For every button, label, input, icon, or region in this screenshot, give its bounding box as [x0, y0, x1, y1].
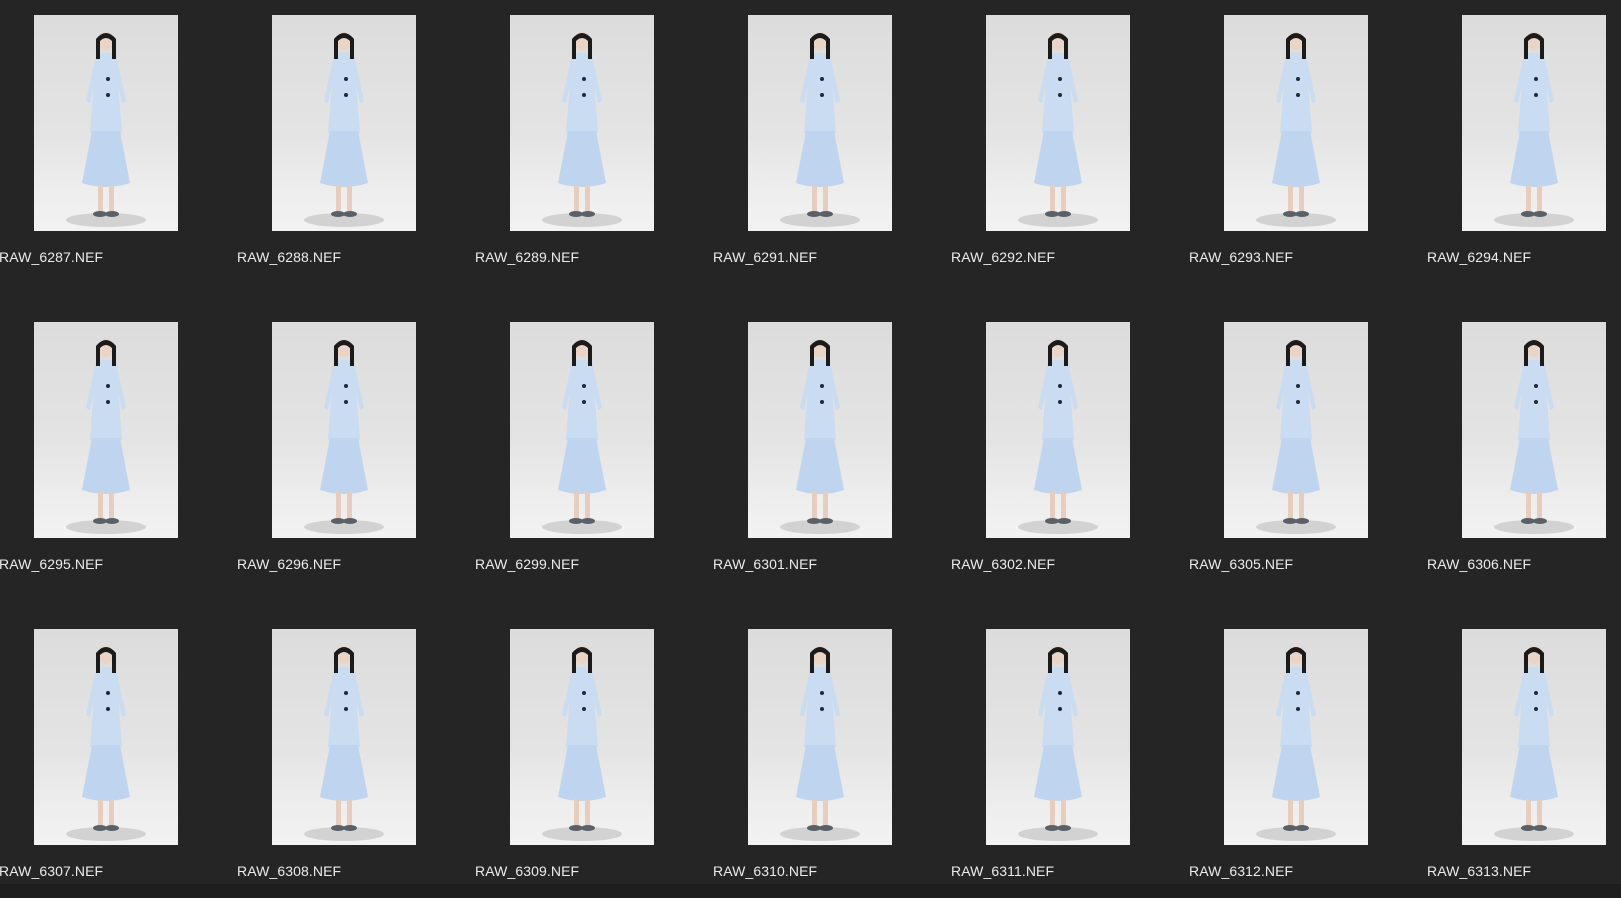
photo-item[interactable]: RAW_6289.NEF — [475, 0, 713, 290]
photo-item[interactable]: RAW_6302.NEF — [951, 307, 1189, 597]
photo-item[interactable]: RAW_6308.NEF — [237, 614, 475, 898]
photo-filename: RAW_6302.NEF — [951, 556, 1056, 572]
photo-filename: RAW_6306.NEF — [1427, 556, 1532, 572]
photo-filename: RAW_6296.NEF — [237, 556, 342, 572]
photo-item[interactable]: RAW_6305.NEF — [1189, 307, 1427, 597]
photo-thumbnail[interactable] — [510, 629, 654, 845]
photo-item[interactable]: RAW_6295.NEF — [0, 307, 237, 597]
photo-thumbnail[interactable] — [748, 629, 892, 845]
photo-thumbnail[interactable] — [34, 629, 178, 845]
photo-item[interactable]: RAW_6313.NEF — [1427, 614, 1621, 898]
photo-thumbnail[interactable] — [1462, 322, 1606, 538]
photo-item[interactable]: RAW_6288.NEF — [237, 0, 475, 290]
photo-thumbnail[interactable] — [272, 322, 416, 538]
photo-thumbnail[interactable] — [1224, 629, 1368, 845]
photo-grid: RAW_6287.NEF RAW_6288.NEF RAW_6289.NEF R… — [0, 0, 1621, 898]
photo-thumbnail[interactable] — [986, 629, 1130, 845]
photo-item[interactable]: RAW_6312.NEF — [1189, 614, 1427, 898]
photo-item[interactable]: RAW_6306.NEF — [1427, 307, 1621, 597]
bottom-edge — [0, 884, 1621, 898]
photo-item[interactable]: RAW_6309.NEF — [475, 614, 713, 898]
photo-thumbnail[interactable] — [1462, 629, 1606, 845]
photo-thumbnail[interactable] — [510, 15, 654, 231]
photo-item[interactable]: RAW_6301.NEF — [713, 307, 951, 597]
photo-thumbnail[interactable] — [1224, 15, 1368, 231]
photo-filename: RAW_6288.NEF — [237, 249, 342, 265]
photo-filename: RAW_6301.NEF — [713, 556, 818, 572]
photo-filename: RAW_6309.NEF — [475, 863, 580, 879]
photo-item[interactable]: RAW_6291.NEF — [713, 0, 951, 290]
photo-filename: RAW_6313.NEF — [1427, 863, 1532, 879]
photo-filename: RAW_6307.NEF — [0, 863, 104, 879]
photo-filename: RAW_6289.NEF — [475, 249, 580, 265]
photo-thumbnail[interactable] — [1462, 15, 1606, 231]
photo-thumbnail[interactable] — [1224, 322, 1368, 538]
photo-thumbnail[interactable] — [748, 322, 892, 538]
photo-filename: RAW_6294.NEF — [1427, 249, 1532, 265]
photo-thumbnail[interactable] — [986, 15, 1130, 231]
photo-thumbnail[interactable] — [986, 322, 1130, 538]
photo-item[interactable]: RAW_6294.NEF — [1427, 0, 1621, 290]
photo-filename: RAW_6295.NEF — [0, 556, 104, 572]
photo-thumbnail[interactable] — [34, 15, 178, 231]
photo-item[interactable]: RAW_6310.NEF — [713, 614, 951, 898]
photo-filename: RAW_6305.NEF — [1189, 556, 1294, 572]
photo-thumbnail[interactable] — [510, 322, 654, 538]
photo-item[interactable]: RAW_6296.NEF — [237, 307, 475, 597]
photo-filename: RAW_6293.NEF — [1189, 249, 1294, 265]
photo-item[interactable]: RAW_6311.NEF — [951, 614, 1189, 898]
photo-thumbnail[interactable] — [34, 322, 178, 538]
photo-filename: RAW_6299.NEF — [475, 556, 580, 572]
photo-filename: RAW_6311.NEF — [951, 863, 1055, 879]
photo-thumbnail[interactable] — [272, 15, 416, 231]
photo-filename: RAW_6292.NEF — [951, 249, 1056, 265]
photo-item[interactable]: RAW_6293.NEF — [1189, 0, 1427, 290]
photo-thumbnail[interactable] — [748, 15, 892, 231]
photo-filename: RAW_6310.NEF — [713, 863, 818, 879]
photo-filename: RAW_6291.NEF — [713, 249, 818, 265]
photo-filename: RAW_6287.NEF — [0, 249, 104, 265]
photo-filename: RAW_6312.NEF — [1189, 863, 1294, 879]
photo-item[interactable]: RAW_6307.NEF — [0, 614, 237, 898]
photo-thumbnail[interactable] — [272, 629, 416, 845]
photo-filename: RAW_6308.NEF — [237, 863, 342, 879]
photo-item[interactable]: RAW_6299.NEF — [475, 307, 713, 597]
photo-item[interactable]: RAW_6292.NEF — [951, 0, 1189, 290]
photo-item[interactable]: RAW_6287.NEF — [0, 0, 237, 290]
